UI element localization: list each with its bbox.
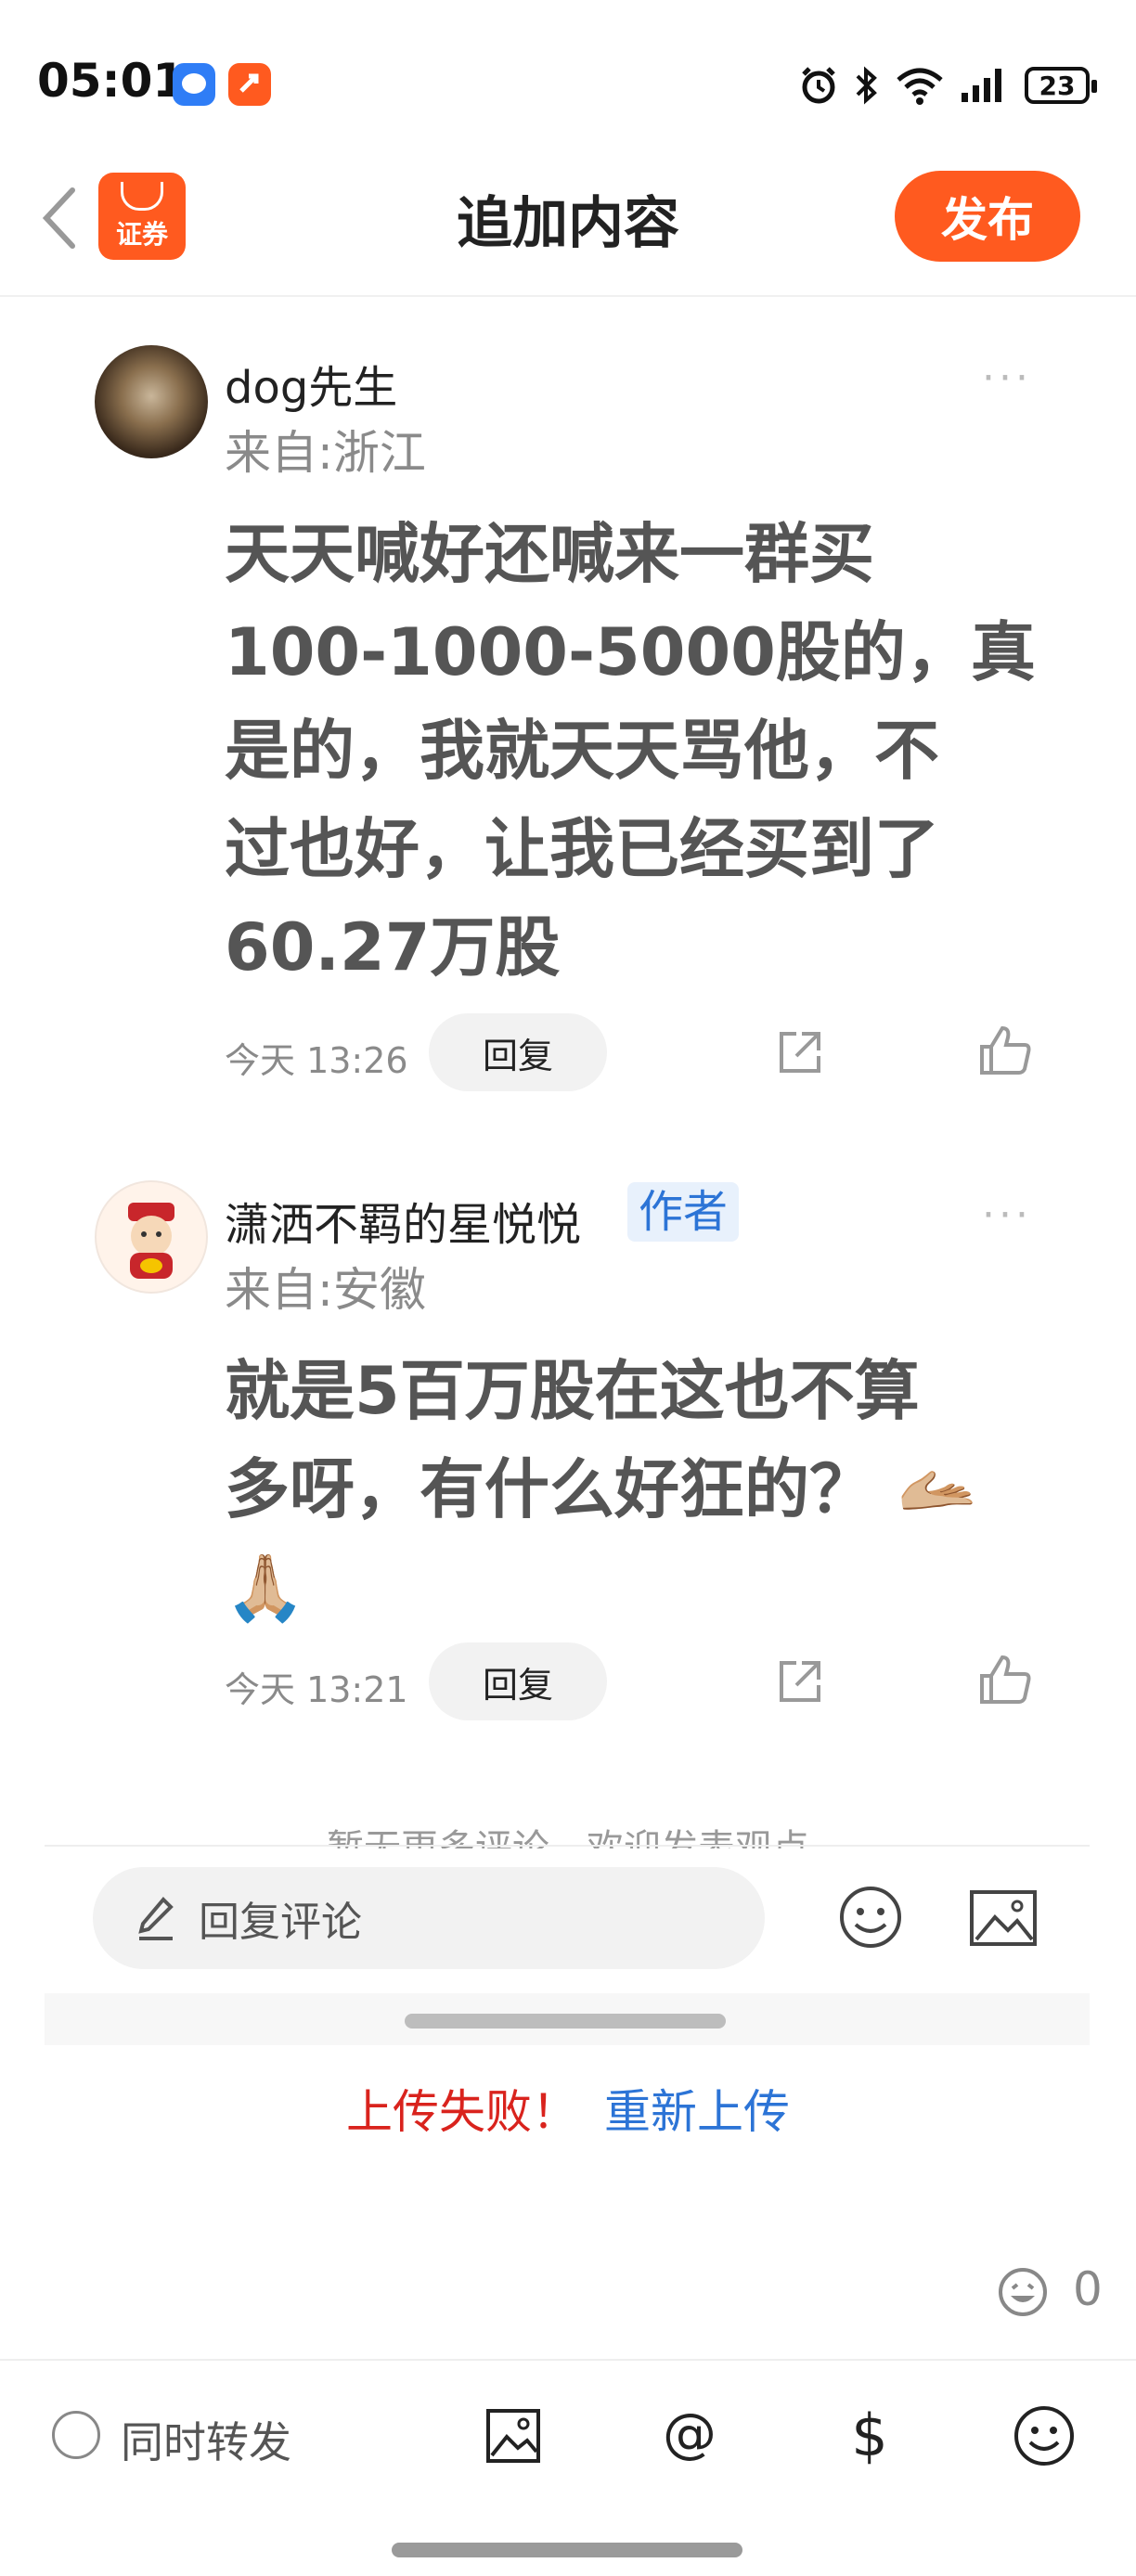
sync-label[interactable]: 同时转发	[121, 2409, 291, 2470]
dollar-icon[interactable]: $	[837, 2402, 902, 2469]
comment-username[interactable]: dog先生	[225, 351, 397, 416]
avatar[interactable]	[95, 1180, 208, 1294]
alarm-icon	[802, 67, 835, 104]
sheet-drag-handle[interactable]	[405, 2014, 726, 2029]
comment-line: 🙏🏼	[225, 1550, 306, 1626]
comment-line: 过也好，让我已经买到了	[225, 811, 939, 887]
comment-time: 今天 13:21	[225, 1669, 408, 1710]
emoji-count-icon[interactable]	[997, 2266, 1049, 2318]
toolbar-divider	[0, 2359, 1136, 2361]
emoji-count: 0	[1073, 2262, 1103, 2316]
upload-status: 上传失败！ 重新上传	[0, 2075, 1136, 2142]
securities-app-icon	[228, 63, 271, 106]
status-time: 05:01	[37, 54, 186, 108]
svg-text:@: @	[663, 2403, 716, 2465]
reply-input-placeholder: 回复评论	[199, 1899, 362, 1946]
comment-username[interactable]: 潇洒不羁的星悦悦	[225, 1188, 581, 1253]
emoji-icon[interactable]	[1012, 2403, 1077, 2468]
retry-upload-link[interactable]: 重新上传	[604, 2085, 790, 2139]
author-badge: 作者	[627, 1182, 740, 1242]
publish-button[interactable]: 发布	[895, 171, 1080, 262]
more-options-button[interactable]: ···	[982, 354, 1032, 402]
home-indicator	[392, 2543, 742, 2557]
comment-line: 就是5百万股在这也不算	[225, 1353, 920, 1429]
battery-icon: 23	[1025, 67, 1097, 104]
signal-icon	[962, 69, 1001, 102]
image-button[interactable]	[969, 1889, 1038, 1947]
comment-time: 今天 13:26	[225, 1040, 408, 1081]
reply-comment-input[interactable]: 回复评论	[93, 1867, 765, 1969]
reply-divider	[45, 1845, 1090, 1847]
bluetooth-icon	[856, 66, 877, 105]
no-more-comments-text: 暂无更多评论，欢迎发表观点	[0, 1811, 1136, 1848]
wifi-icon	[897, 68, 943, 105]
status-bar: 05:01 23	[0, 0, 1136, 158]
comment-line: 多呀，有什么好狂的？ 🫴🏼	[225, 1451, 978, 1527]
comment-location: 来自:安徽	[225, 1263, 426, 1317]
upload-failed-text: 上传失败！	[346, 2085, 578, 2139]
comment-line: 60.27万股	[225, 909, 561, 985]
avatar[interactable]	[95, 345, 208, 458]
comment-line: 100-1000-5000股的，真	[225, 614, 1036, 690]
comment-body: 就是5百万股在这也不算 多呀，有什么好狂的？ 🫴🏼 🙏🏼	[225, 1342, 1134, 1637]
reply-button[interactable]: 回复	[429, 1013, 607, 1091]
share-icon[interactable]	[774, 1655, 826, 1707]
share-icon[interactable]	[774, 1026, 826, 1078]
image-icon[interactable]	[481, 2403, 546, 2468]
like-icon[interactable]	[978, 1024, 1034, 1076]
at-icon[interactable]: @	[657, 2402, 722, 2468]
reply-button[interactable]: 回复	[429, 1642, 607, 1720]
comment-line: 是的，我就天天骂他，不	[225, 713, 939, 789]
pencil-icon	[138, 1897, 174, 1940]
sync-checkbox[interactable]	[52, 2411, 100, 2459]
like-icon[interactable]	[978, 1654, 1034, 1706]
emoji-button[interactable]	[837, 1884, 904, 1951]
status-icons: 23	[798, 58, 1097, 113]
comment-location: 来自:浙江	[225, 426, 426, 480]
header-divider	[0, 295, 1136, 297]
more-options-button[interactable]: ···	[982, 1191, 1032, 1239]
comment-body: 天天喊好还喊来一群买 100-1000-5000股的，真 是的，我就天天骂他，不…	[225, 505, 1134, 997]
chat-app-icon	[173, 63, 215, 106]
svg-text:$: $	[851, 2403, 887, 2468]
comment-line: 天天喊好还喊来一群买	[225, 516, 874, 592]
